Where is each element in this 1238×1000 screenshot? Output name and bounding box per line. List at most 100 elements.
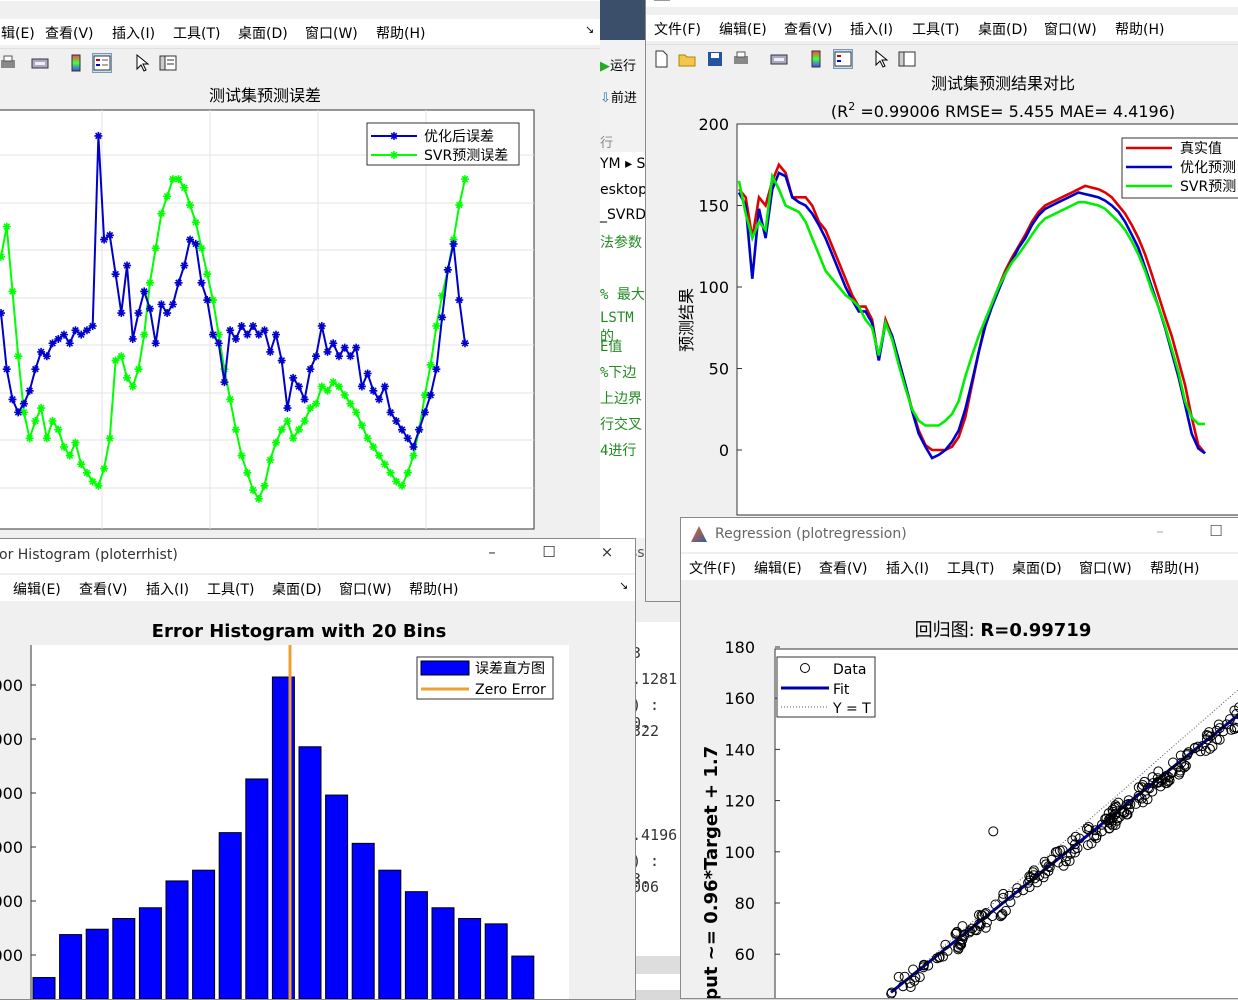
data-point-marker (317, 321, 326, 330)
menu-file[interactable]: 文件(F) (654, 19, 701, 39)
data-point-marker (226, 395, 235, 404)
code-editor[interactable]: 法参数 % 最大 LSTM的 E值 %下边 上边界 行交叉 4进行 (600, 228, 646, 538)
pointer-icon[interactable] (872, 50, 890, 68)
property-editor-icon[interactable] (898, 50, 916, 68)
menu-help[interactable]: 帮助(H) (1115, 19, 1164, 39)
window-titlebar[interactable]: – × (0, 0, 601, 1)
code-line: %下边 (600, 365, 637, 381)
data-point-marker (203, 296, 212, 305)
menu-view[interactable]: 查看(V) (819, 558, 868, 578)
minimize-button[interactable]: – (499, 0, 529, 1)
menu-file[interactable]: 文件(F) (689, 558, 736, 578)
close-button[interactable]: × (557, 0, 587, 1)
histogram-bar (192, 869, 216, 999)
legend-label: 优化预测 (1180, 160, 1236, 176)
save-icon[interactable] (706, 50, 724, 68)
menu-view[interactable]: 查看(V) (45, 23, 94, 43)
close-button[interactable]: × (592, 543, 622, 561)
menu-help[interactable]: 帮助(H) (409, 579, 458, 599)
data-point-marker (329, 339, 338, 348)
figure-window-error: – × 辑(E) 查看(V) 插入(I) 工具(T) 桌面(D) 窗口(W) 帮… (0, 0, 602, 552)
data-point-marker (157, 300, 166, 309)
link-icon[interactable] (770, 50, 788, 68)
window-titlebar[interactable]: Regression (plotregression) – ☐ (681, 518, 1238, 552)
chart-title: 测试集预测结果对比 (931, 75, 1075, 93)
data-point-marker (271, 330, 280, 339)
pointer-icon[interactable] (133, 54, 151, 72)
minimize-button[interactable]: – (477, 543, 507, 561)
menu-help[interactable]: 帮助(H) (376, 23, 425, 43)
menu-insert[interactable]: 插入(I) (850, 19, 893, 39)
chevron-icon[interactable]: ↘ (619, 579, 628, 592)
menu-view[interactable]: 查看(V) (784, 19, 833, 39)
chevron-icon[interactable]: ↘ (585, 23, 594, 36)
menu-tools[interactable]: 工具(T) (207, 579, 254, 599)
maximize-button[interactable]: ☐ (1201, 522, 1231, 540)
matlab-icon (654, 0, 670, 1)
minimize-button[interactable]: – (1145, 522, 1175, 540)
menu-window[interactable]: 窗口(W) (305, 23, 358, 43)
menu-insert[interactable]: 插入(I) (112, 23, 155, 43)
menu-desktop[interactable]: 桌面(D) (978, 19, 1028, 39)
window-titlebar[interactable] (646, 0, 1238, 7)
menu-bar: 编辑(E) 查看(V) 插入(I) 工具(T) 桌面(D) 窗口(W) 帮助(H… (0, 575, 635, 601)
link-icon[interactable] (31, 54, 49, 72)
data-point-marker (214, 339, 223, 348)
code-line: % 最大 (600, 287, 645, 303)
path-fragment[interactable]: YM ▸ S (600, 156, 645, 172)
open-folder-icon[interactable] (678, 50, 696, 68)
data-point-marker (31, 417, 40, 426)
menu-desktop[interactable]: 桌面(D) (238, 23, 288, 43)
path-fragment[interactable]: _SVRD (600, 207, 646, 223)
maximize-button[interactable]: ☐ (534, 543, 564, 561)
command-window[interactable]: 3 .1281 ) : 0. 322 .4196 ) : 3. 006 (632, 600, 684, 990)
data-point-marker (340, 343, 349, 352)
data-point-marker (128, 382, 137, 391)
data-point-marker (42, 434, 51, 443)
menu-help[interactable]: 帮助(H) (1150, 558, 1199, 578)
menu-window[interactable]: 窗口(W) (339, 579, 392, 599)
colorbar-icon[interactable] (807, 50, 825, 68)
legend-label: 真实值 (1180, 141, 1222, 157)
y-tick-label: 000 (0, 892, 23, 911)
menu-edit[interactable]: 辑(E) (1, 23, 35, 43)
menu-insert[interactable]: 插入(I) (146, 579, 189, 599)
legend-icon[interactable] (833, 49, 853, 69)
legend-icon[interactable] (92, 53, 112, 73)
menu-desktop[interactable]: 桌面(D) (1012, 558, 1062, 578)
menu-edit[interactable]: 编辑(E) (754, 558, 802, 578)
colorbar-icon[interactable] (67, 54, 85, 72)
y-tick-label: 150 (698, 197, 729, 216)
menu-window[interactable]: 窗口(W) (1079, 558, 1132, 578)
menu-insert[interactable]: 插入(I) (886, 558, 929, 578)
run-button[interactable]: ▶运行 (600, 55, 636, 74)
menu-window[interactable]: 窗口(W) (1044, 19, 1097, 39)
legend-label: 优化后误差 (424, 129, 494, 145)
data-point-marker (82, 468, 91, 477)
y-tick-label: 100 (724, 843, 755, 862)
path-fragment[interactable]: esktop (600, 182, 647, 198)
forward-button[interactable]: ⇩前进 (600, 87, 637, 106)
property-editor-icon[interactable] (159, 54, 177, 72)
data-point-marker (294, 382, 303, 391)
data-point-marker (231, 425, 240, 434)
legend-swatch (420, 660, 470, 676)
data-point-marker (260, 481, 269, 490)
histogram-bar (511, 955, 535, 999)
menu-tools[interactable]: 工具(T) (173, 23, 220, 43)
menu-desktop[interactable]: 桌面(D) (272, 579, 322, 599)
new-file-icon[interactable] (652, 50, 670, 68)
print-icon[interactable] (0, 54, 17, 72)
menu-edit[interactable]: 编辑(E) (13, 579, 61, 599)
data-point-marker (340, 391, 349, 400)
menu-tools[interactable]: 工具(T) (947, 558, 994, 578)
menu-view[interactable]: 查看(V) (79, 579, 128, 599)
menu-tools[interactable]: 工具(T) (912, 19, 959, 39)
menu-edit[interactable]: 编辑(E) (719, 19, 767, 39)
window-titlebar[interactable]: or Histogram (ploterrhist) – ☐ × (0, 539, 635, 573)
row-label: 行 (600, 136, 614, 151)
y-tick-label: 000 (0, 946, 23, 965)
print-icon[interactable] (732, 50, 750, 68)
chart-title: 回归图: R=0.99719 (915, 620, 1092, 641)
data-point-marker (25, 434, 34, 443)
